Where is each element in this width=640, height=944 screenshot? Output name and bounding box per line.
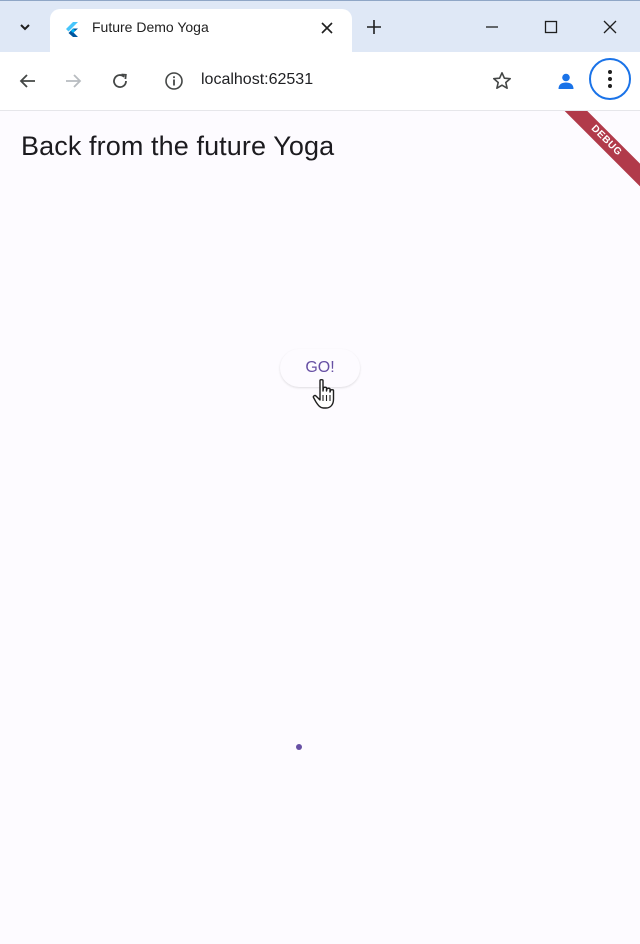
debug-banner: DEBUG [557, 111, 640, 190]
browser-window: Future Demo Yoga localhost:62531 Back fr… [0, 0, 640, 944]
tab-strip: Future Demo Yoga [0, 0, 640, 53]
reload-icon[interactable] [104, 65, 136, 97]
flutter-logo-icon [64, 21, 80, 37]
url-text: localhost:62531 [201, 71, 314, 88]
chevron-down-icon[interactable] [10, 13, 40, 41]
person-icon[interactable] [550, 65, 582, 97]
address-bar[interactable]: localhost:62531 [152, 60, 522, 102]
tab-title: Future Demo Yoga [92, 19, 209, 35]
close-icon[interactable] [316, 17, 338, 39]
page-title: Back from the future Yoga [21, 131, 335, 161]
browser-tab[interactable]: Future Demo Yoga [50, 9, 352, 53]
maximize-icon[interactable] [533, 13, 569, 41]
arrow-right-icon[interactable] [57, 65, 89, 97]
star-icon[interactable] [486, 65, 518, 97]
info-icon[interactable] [164, 71, 184, 91]
page-content: Back from the future Yoga DEBUG GO! [0, 111, 640, 944]
close-window-icon[interactable] [592, 13, 628, 41]
kebab-menu-icon[interactable] [589, 58, 631, 100]
minimize-icon[interactable] [474, 13, 510, 41]
plus-icon[interactable] [362, 15, 386, 39]
progress-indicator [296, 744, 302, 750]
hand-cursor-icon [312, 378, 338, 410]
browser-toolbar: localhost:62531 [0, 52, 640, 111]
arrow-left-icon[interactable] [12, 65, 44, 97]
